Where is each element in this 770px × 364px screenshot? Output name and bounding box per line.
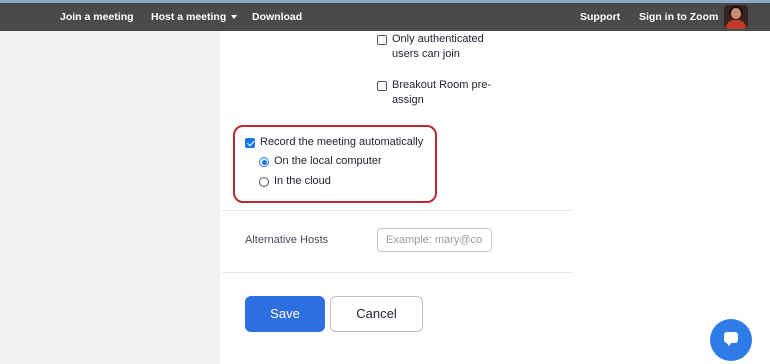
- alternative-hosts-input[interactable]: [377, 228, 492, 252]
- record-automatically-label: Record the meeting automatically: [260, 136, 424, 148]
- chat-bubble-icon[interactable]: [710, 319, 752, 361]
- local-computer-label: On the local computer: [274, 155, 382, 167]
- avatar-head: [731, 8, 741, 19]
- section-divider-bottom: [222, 272, 572, 273]
- host-meeting-menu[interactable]: Host a meeting: [151, 3, 238, 31]
- cancel-button[interactable]: Cancel: [330, 296, 423, 332]
- support-link[interactable]: Support: [580, 3, 620, 31]
- avatar[interactable]: [724, 5, 748, 29]
- avatar-body: [726, 20, 746, 29]
- join-meeting-link[interactable]: Join a meeting: [60, 3, 134, 31]
- breakout-room-label-1: Breakout Room pre-: [392, 79, 492, 91]
- record-automatically-checkbox[interactable]: [245, 138, 255, 148]
- only-authenticated-label-2: users can join: [392, 48, 460, 60]
- cloud-label: In the cloud: [274, 175, 331, 187]
- download-link[interactable]: Download: [252, 3, 302, 31]
- breakout-room-checkbox[interactable]: [377, 81, 387, 91]
- host-meeting-label: Host a meeting: [151, 11, 227, 23]
- breakout-room-label-2: assign: [392, 94, 424, 106]
- save-button[interactable]: Save: [245, 296, 325, 332]
- cloud-radio[interactable]: [259, 177, 269, 187]
- top-navigation-bar: Join a meeting Host a meeting Download S…: [0, 0, 770, 31]
- section-divider: [222, 210, 572, 211]
- alternative-hosts-label: Alternative Hosts: [245, 234, 329, 246]
- caret-down-icon: [231, 15, 238, 20]
- only-authenticated-checkbox[interactable]: [377, 35, 387, 45]
- only-authenticated-label-1: Only authenticated: [392, 33, 484, 45]
- sign-in-link[interactable]: Sign in to Zoom: [639, 3, 718, 31]
- local-computer-radio[interactable]: [259, 157, 269, 167]
